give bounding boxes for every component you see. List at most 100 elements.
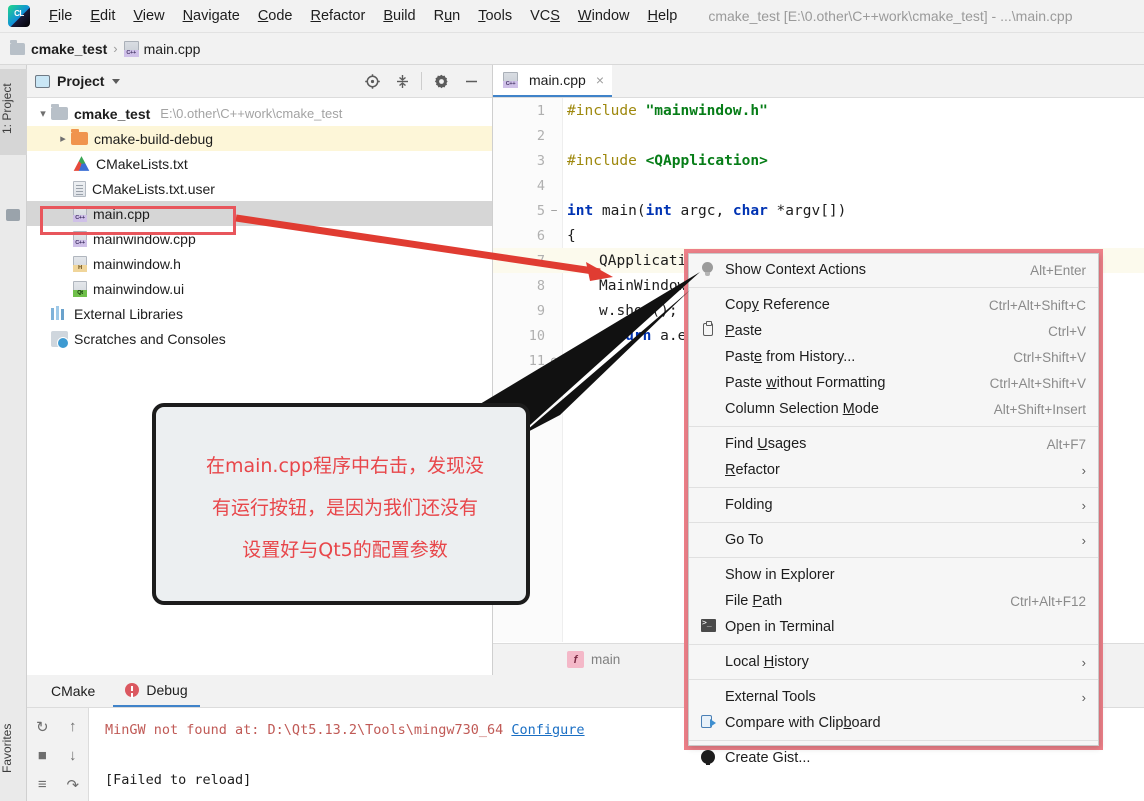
tree-row-external-libraries[interactable]: External Libraries <box>27 301 492 326</box>
line-number: 5 <box>536 202 545 219</box>
menu-code[interactable]: Code <box>249 5 302 27</box>
tab-cmake[interactable]: CMake <box>39 675 107 707</box>
collapse-all-icon[interactable] <box>387 68 417 94</box>
menu-build[interactable]: Build <box>374 5 424 27</box>
annotation-line-1: 在main.cpp程序中右击，发现没 <box>205 455 485 477</box>
menu-item-paste-from-history[interactable]: Paste from History... Ctrl+Shift+V <box>689 344 1098 370</box>
menu-help[interactable]: Help <box>638 5 686 27</box>
sidebar-tab-favorites[interactable]: Favorites <box>0 705 27 797</box>
menu-separator <box>689 740 1098 741</box>
tree-row-cmakelists-user[interactable]: CMakeLists.txt.user <box>27 176 492 201</box>
gear-icon[interactable] <box>426 68 456 94</box>
blank-icon <box>699 496 719 514</box>
menu-item-label: Show in Explorer <box>725 567 835 583</box>
menu-separator <box>689 522 1098 523</box>
close-icon[interactable]: × <box>596 72 604 88</box>
hide-panel-icon[interactable] <box>456 68 486 94</box>
menu-refactor[interactable]: Refactor <box>302 5 375 27</box>
menu-item-create-gist[interactable]: Create Gist... <box>689 745 1098 771</box>
tree-row-mainwindow-ui[interactable]: mainwindow.ui <box>27 276 492 301</box>
tree-row-scratches[interactable]: Scratches and Consoles <box>27 326 492 351</box>
tree-row-cmake_test[interactable]: ▾ cmake_test E:\0.other\C++work\cmake_te… <box>27 101 492 126</box>
breadcrumb-project[interactable]: cmake_test <box>10 39 107 57</box>
up-icon[interactable]: ↑ <box>58 712 89 741</box>
clipboard-icon <box>699 320 719 340</box>
menu-item-copy-reference[interactable]: Copy Reference Ctrl+Alt+Shift+C <box>689 292 1098 318</box>
tree-path-label: E:\0.other\C++work\cmake_test <box>160 106 343 121</box>
code-text: #include "mainwindow.h" <box>567 102 768 119</box>
library-icon <box>51 305 68 322</box>
tab-main-cpp[interactable]: main.cpp × <box>493 65 612 97</box>
stop-icon[interactable]: ■ <box>27 741 58 770</box>
menu-item-column-selection-mode[interactable]: Column Selection Mode Alt+Shift+Insert <box>689 396 1098 422</box>
menu-item-paste[interactable]: Paste Ctrl+V <box>689 318 1098 344</box>
rerun-icon[interactable]: ↻ <box>27 712 58 741</box>
menu-item-label: Folding <box>725 497 773 513</box>
blank-icon <box>699 461 719 479</box>
menu-file[interactable]: File <box>40 5 81 27</box>
down-icon[interactable]: ↓ <box>58 741 89 770</box>
soft-wrap-icon[interactable]: ≡ <box>27 770 58 799</box>
menu-item-shortcut: Alt+F7 <box>1046 436 1086 452</box>
configure-link[interactable]: Configure <box>511 722 584 738</box>
text-file-icon <box>73 180 86 197</box>
menu-item-label: External Tools <box>725 689 816 705</box>
editor-tab-bar: main.cpp × <box>493 65 1144 98</box>
folder-icon <box>71 129 88 145</box>
function-badge: f <box>567 651 584 668</box>
menu-item-go-to[interactable]: Go To › <box>689 527 1098 553</box>
clion-app-icon <box>8 5 30 27</box>
menu-item-find-usages[interactable]: Find Usages Alt+F7 <box>689 431 1098 457</box>
chevron-down-icon[interactable]: ▾ <box>35 107 51 120</box>
menu-item-file-path[interactable]: File Path Ctrl+Alt+F12 <box>689 588 1098 614</box>
menu-run[interactable]: Run <box>425 5 470 27</box>
menu-window[interactable]: Window <box>569 5 639 27</box>
sidebar-tab-project[interactable]: 1: Project <box>0 69 27 155</box>
menu-item-label: Paste from History... <box>725 349 856 365</box>
menu-item-show-in-explorer[interactable]: Show in Explorer <box>689 562 1098 588</box>
menu-item-label: Column Selection Mode <box>725 401 879 417</box>
chevron-right-icon[interactable]: ▸ <box>55 132 71 145</box>
menu-tools[interactable]: Tools <box>469 5 521 27</box>
tree-row-mainwindow-h[interactable]: mainwindow.h <box>27 251 492 276</box>
menu-item-local-history[interactable]: Local History › <box>689 649 1098 675</box>
menu-separator <box>689 557 1098 558</box>
menu-separator <box>689 487 1098 488</box>
folder-icon <box>51 104 68 120</box>
project-window-icon <box>35 74 50 88</box>
menu-separator <box>689 287 1098 288</box>
code-text: } <box>567 352 576 369</box>
tab-debug[interactable]: Debug <box>113 675 200 707</box>
annotation-callout: 在main.cpp程序中右击，发现没 有运行按钮，是因为我们还没有 设置好与Qt… <box>152 403 530 605</box>
menu-item-show-context-actions[interactable]: Show Context Actions Alt+Enter <box>689 257 1098 283</box>
project-panel-header: Project <box>27 65 492 98</box>
tree-row-cmakelists[interactable]: CMakeLists.txt <box>27 151 492 176</box>
menu-item-refactor[interactable]: Refactor › <box>689 457 1098 483</box>
blank-icon <box>699 592 719 610</box>
structure-icon[interactable] <box>6 209 20 221</box>
menu-view[interactable]: View <box>124 5 173 27</box>
menu-vcs[interactable]: VCS <box>521 5 569 27</box>
chevron-down-icon[interactable] <box>112 78 121 84</box>
menu-separator <box>689 644 1098 645</box>
line-number: 10 <box>528 327 545 344</box>
code-text: #include <QApplication> <box>567 152 768 169</box>
tree-label: mainwindow.ui <box>93 280 185 297</box>
menu-item-external-tools[interactable]: External Tools › <box>689 684 1098 710</box>
menu-edit[interactable]: Edit <box>81 5 124 27</box>
locate-icon[interactable] <box>357 68 387 94</box>
menu-item-paste-without-formatting[interactable]: Paste without Formatting Ctrl+Alt+Shift+… <box>689 370 1098 396</box>
breadcrumb-file[interactable]: main.cpp <box>123 40 200 57</box>
tree-row-cmake-build-debug[interactable]: ▸ cmake-build-debug <box>27 126 492 151</box>
fold-marker[interactable]: − <box>545 204 563 217</box>
menu-navigate[interactable]: Navigate <box>174 5 249 27</box>
menu-item-label: Paste without Formatting <box>725 375 886 391</box>
scratches-icon <box>51 330 69 349</box>
fold-marker[interactable]: ⊖ <box>545 354 563 367</box>
menu-item-folding[interactable]: Folding › <box>689 492 1098 518</box>
compare-icon <box>699 714 719 732</box>
menu-item-open-in-terminal[interactable]: Open in Terminal <box>689 614 1098 640</box>
menu-item-compare-with-clipboard[interactable]: Compare with Clipboard <box>689 710 1098 736</box>
blank-icon <box>699 400 719 418</box>
scroll-to-end-icon[interactable]: ↷ <box>58 770 89 799</box>
